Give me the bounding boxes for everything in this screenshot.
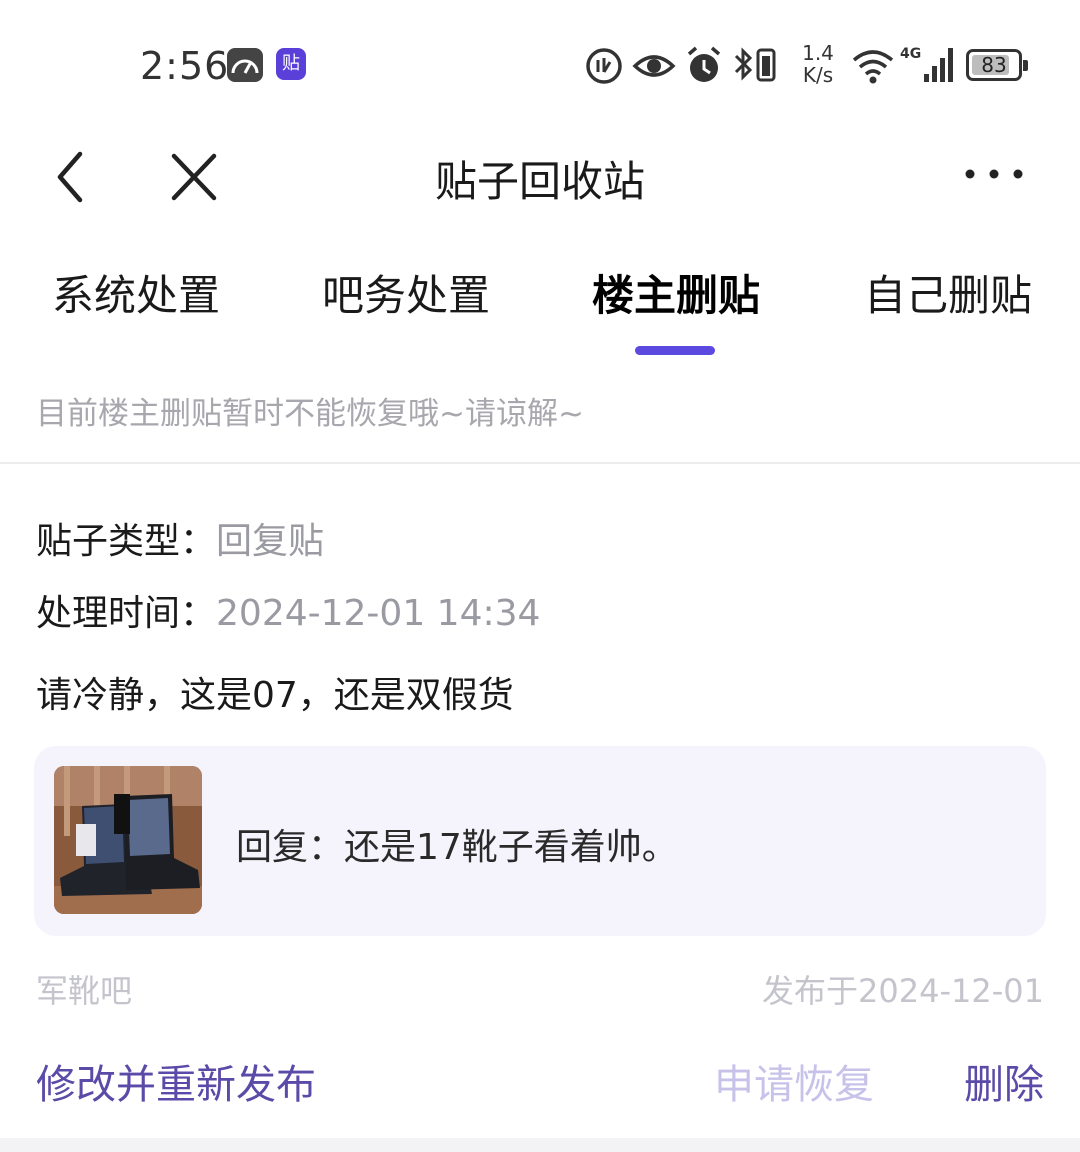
publish-date: 发布于2024-12-01: [762, 972, 1044, 1010]
tieba-app-icon: 贴: [276, 48, 306, 80]
boots-thumbnail-image: [54, 766, 202, 914]
battery-icon: 83: [966, 49, 1028, 81]
network-type-label: 4G: [900, 46, 921, 62]
status-time: 2:56: [140, 44, 230, 88]
bluetooth-battery-icon: [734, 47, 776, 82]
alarm-icon: [687, 46, 721, 82]
delete-button[interactable]: 删除: [964, 1052, 1044, 1110]
more-options-button[interactable]: [958, 150, 1030, 198]
wifi-icon: [852, 50, 894, 84]
post-type-value: 回复贴: [216, 521, 325, 562]
tab-self-deleted[interactable]: 自己删贴: [864, 262, 1032, 323]
data-saver-icon: [586, 48, 622, 84]
battery-level: 83: [981, 53, 1007, 77]
edit-republish-button[interactable]: 修改并重新发布: [36, 1052, 316, 1110]
divider: [0, 462, 1080, 464]
cellular-signal-icon: 4G: [900, 46, 953, 82]
battery-cap: [1023, 60, 1028, 71]
tab-op-deleted[interactable]: 楼主删贴: [592, 262, 760, 323]
page-title: 贴子回收站: [434, 157, 645, 206]
active-tab-indicator: [635, 346, 715, 355]
network-speed-unit: K/s: [802, 63, 834, 87]
tab-admin-disposal[interactable]: 吧务处置: [322, 262, 490, 323]
eye-comfort-icon: [632, 55, 676, 77]
tab-system-disposal[interactable]: 系统处置: [52, 262, 220, 323]
process-time-row: 处理时间：2024-12-01 14:34: [36, 584, 540, 636]
quoted-reply-text: 回复：还是17靴子看着帅。: [236, 827, 678, 868]
post-type-row: 贴子类型：回复贴: [36, 512, 324, 564]
post-content: 请冷静，这是07，还是双假货: [36, 675, 514, 716]
network-speed-value: 1.4: [802, 41, 834, 65]
status-bar: 2:56 贴 1.4 K/s 4G 83: [0, 0, 1080, 130]
next-item-separator: [0, 1138, 1080, 1152]
quoted-post-card[interactable]: 回复：还是17靴子看着帅。: [34, 746, 1046, 936]
forum-name[interactable]: 军靴吧: [36, 966, 132, 1012]
nav-bar: 贴子回收站: [0, 130, 1080, 226]
speedometer-app-icon: [227, 48, 263, 82]
process-time-value: 2024-12-01 14:34: [216, 593, 541, 634]
process-time-label: 处理时间：: [36, 593, 217, 634]
notice-text: 目前楼主删贴暂时不能恢复哦~请谅解~: [36, 396, 584, 432]
tab-bar: 系统处置 吧务处置 楼主删贴 自己删贴: [0, 262, 1080, 362]
network-speed: 1.4 K/s: [798, 42, 838, 86]
post-type-label: 贴子类型：: [36, 521, 217, 562]
request-restore-button[interactable]: 申请恢复: [714, 1052, 874, 1110]
